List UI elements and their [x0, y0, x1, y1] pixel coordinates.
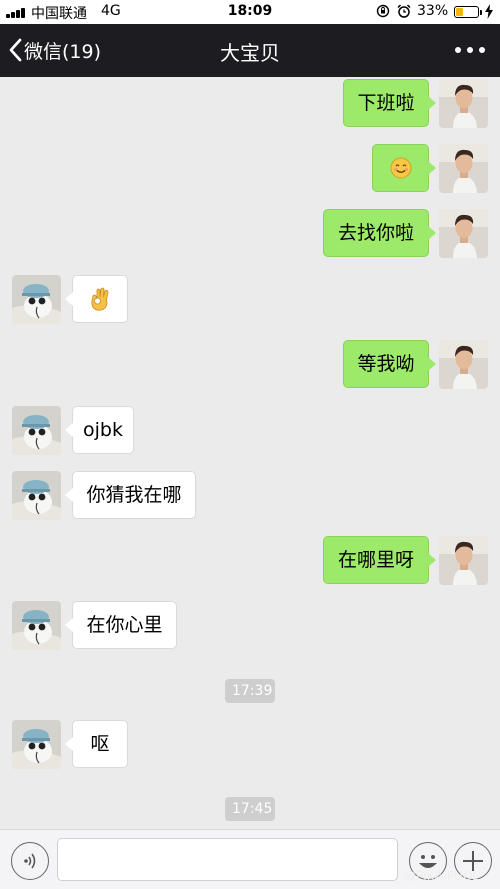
- timestamp-divider: 17:45: [225, 797, 275, 821]
- message-bubble-in[interactable]: [65, 275, 128, 323]
- ok-hand-emoji-icon: [91, 287, 109, 311]
- voice-button[interactable]: [11, 842, 49, 880]
- chat-title: 大宝贝: [220, 41, 280, 65]
- my-avatar[interactable]: [439, 209, 488, 258]
- watermark: @PIKA-PUOL: [404, 869, 479, 883]
- my-avatar[interactable]: [439, 144, 488, 193]
- battery-percent: 33%: [417, 3, 449, 19]
- message-bubble-out[interactable]: 等我呦: [343, 340, 436, 388]
- message-bubble-in[interactable]: ojbk: [65, 406, 134, 454]
- message-bubble-out[interactable]: 在哪里呀: [323, 536, 436, 584]
- timestamp-divider: 17:39: [225, 679, 275, 703]
- contact-avatar[interactable]: [12, 406, 61, 455]
- contact-avatar[interactable]: [12, 471, 61, 520]
- battery-icon: [454, 6, 482, 18]
- message-bubble-in[interactable]: 呕: [65, 720, 128, 768]
- charging-icon: [485, 4, 493, 19]
- status-bar: 中国联通 4G 18:09 33%: [0, 0, 500, 24]
- orientation-lock-icon: [376, 4, 390, 18]
- contact-avatar[interactable]: [12, 720, 61, 769]
- smile-emoji-icon: [390, 157, 411, 179]
- message-bubble-out[interactable]: [372, 144, 436, 192]
- my-avatar[interactable]: [439, 536, 488, 585]
- my-avatar[interactable]: [439, 79, 488, 128]
- contact-avatar[interactable]: [12, 601, 61, 650]
- message-bubble-in[interactable]: 在你心里: [65, 601, 177, 649]
- voice-icon: [24, 853, 36, 869]
- message-bubble-out[interactable]: 去找你啦: [323, 209, 436, 257]
- nav-bar: 微信(19) 大宝贝: [0, 24, 500, 77]
- message-bubble-out[interactable]: 下班啦: [343, 79, 436, 127]
- more-dots-icon[interactable]: [455, 45, 485, 55]
- alarm-icon: [397, 4, 411, 18]
- my-avatar[interactable]: [439, 340, 488, 389]
- chat-area[interactable]: 下班啦 去找你啦 等我呦 ojbk 你猜我在哪 在哪里呀 在你心里 17:39 …: [0, 77, 500, 829]
- contact-avatar[interactable]: [12, 275, 61, 324]
- message-bubble-in[interactable]: 你猜我在哪: [65, 471, 196, 519]
- message-input[interactable]: [57, 838, 398, 881]
